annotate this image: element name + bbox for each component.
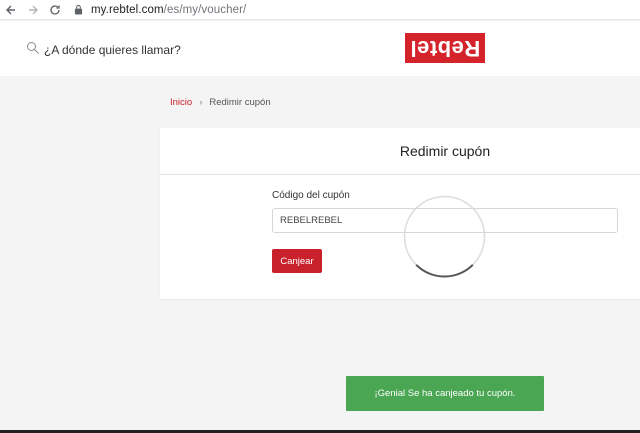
logo-text: Rebtel <box>409 36 481 61</box>
redeem-button[interactable]: Canjear <box>272 249 322 273</box>
breadcrumb-current: Redimir cupón <box>209 97 271 108</box>
page-title: Redimir cupón <box>160 128 640 175</box>
url-path: /es/my/voucher/ <box>163 3 247 16</box>
browser-toolbar: my.rebtel.com/es/my/voucher/ <box>0 0 640 20</box>
forward-arrow-icon[interactable] <box>22 0 44 20</box>
url-host: my.rebtel.com <box>91 3 164 16</box>
coupon-code-label: Código del cupón <box>272 190 350 201</box>
site-header: ¿A dónde quieres llamar? Rebtel <box>0 21 640 76</box>
breadcrumb-separator: › <box>199 97 203 108</box>
breadcrumb: Inicio › Redimir cupón <box>170 97 271 108</box>
address-bar[interactable]: my.rebtel.com/es/my/voucher/ <box>91 4 246 16</box>
loading-spinner <box>403 195 486 278</box>
rebtel-logo[interactable]: Rebtel <box>405 33 485 63</box>
search-placeholder: ¿A dónde quieres llamar? <box>44 43 181 57</box>
destination-search[interactable]: ¿A dónde quieres llamar? <box>26 39 181 57</box>
search-icon <box>26 41 40 55</box>
back-arrow-icon[interactable] <box>0 0 22 20</box>
breadcrumb-home-link[interactable]: Inicio <box>170 97 192 108</box>
reload-icon[interactable] <box>44 0 66 20</box>
lock-icon <box>74 4 84 16</box>
redeem-voucher-card: Redimir cupón Código del cupón Canjear <box>160 128 640 299</box>
success-toast: ¡Genial Se ha canjeado tu cupón. <box>346 376 544 411</box>
